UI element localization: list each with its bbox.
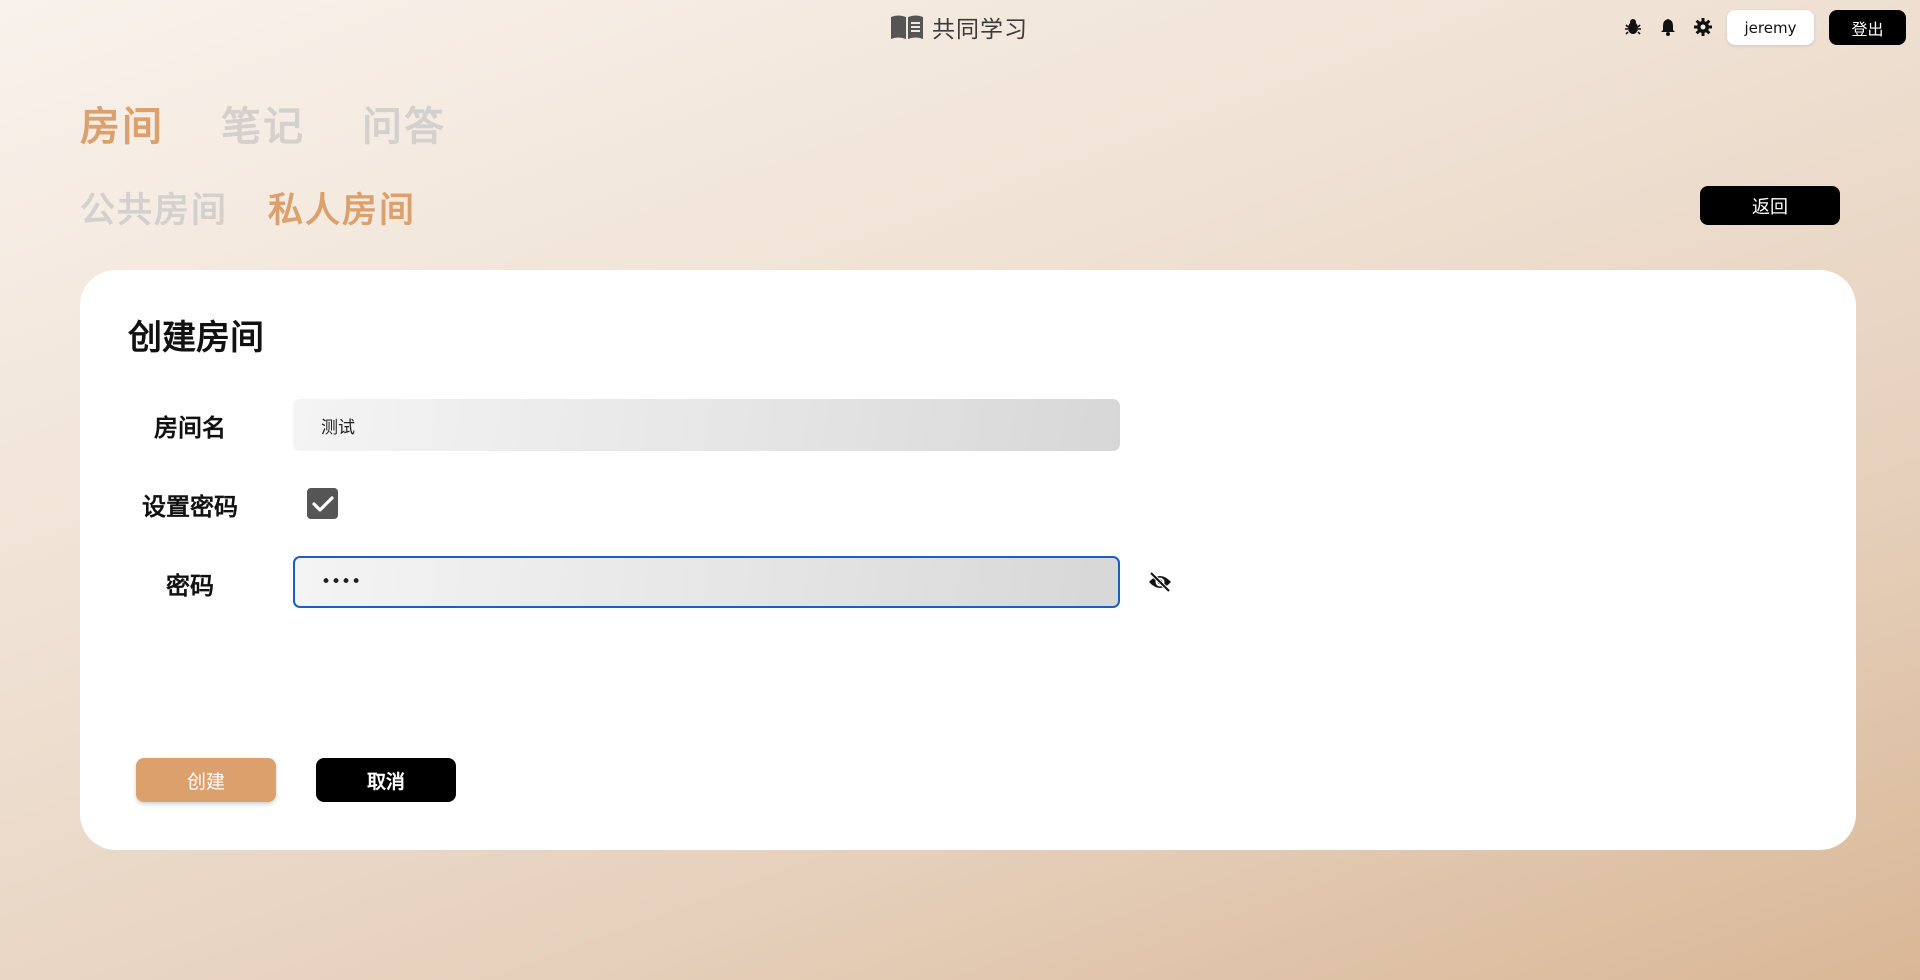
top-bar: 共同学习 jeremy 登出 bbox=[0, 0, 1920, 56]
cancel-button[interactable]: 取消 bbox=[316, 758, 456, 802]
password-label: 密码 bbox=[166, 572, 214, 600]
eye-slash-icon[interactable] bbox=[1148, 570, 1172, 594]
bell-icon[interactable] bbox=[1657, 16, 1679, 38]
tab-qa[interactable]: 问答 bbox=[362, 94, 446, 152]
tab-notes[interactable]: 笔记 bbox=[221, 94, 305, 152]
gear-icon[interactable] bbox=[1692, 16, 1714, 38]
bug-icon[interactable] bbox=[1622, 16, 1644, 38]
create-button[interactable]: 创建 bbox=[136, 758, 276, 802]
back-button[interactable]: 返回 bbox=[1700, 186, 1840, 225]
checkmark-icon bbox=[311, 495, 334, 512]
book-icon bbox=[890, 13, 924, 41]
tab-rooms[interactable]: 房间 bbox=[80, 94, 164, 152]
set-password-label: 设置密码 bbox=[142, 493, 238, 521]
logout-button[interactable]: 登出 bbox=[1829, 10, 1906, 45]
tab-private-rooms[interactable]: 私人房间 bbox=[268, 182, 416, 233]
create-room-card: 创建房间 房间名 设置密码 密码 创建 取消 bbox=[80, 270, 1856, 850]
room-name-label: 房间名 bbox=[154, 414, 226, 442]
user-button[interactable]: jeremy bbox=[1727, 10, 1814, 45]
sub-tabs: 公共房间 私人房间 bbox=[80, 182, 416, 233]
brand-title: 共同学习 bbox=[932, 17, 1028, 43]
password-input[interactable] bbox=[293, 556, 1120, 608]
room-name-input[interactable] bbox=[293, 399, 1120, 451]
card-title: 创建房间 bbox=[128, 318, 264, 358]
brand[interactable]: 共同学习 bbox=[890, 11, 1028, 43]
main-tabs: 房间 笔记 问答 bbox=[80, 94, 446, 152]
set-password-checkbox[interactable] bbox=[307, 488, 338, 519]
tab-public-rooms[interactable]: 公共房间 bbox=[80, 182, 228, 233]
